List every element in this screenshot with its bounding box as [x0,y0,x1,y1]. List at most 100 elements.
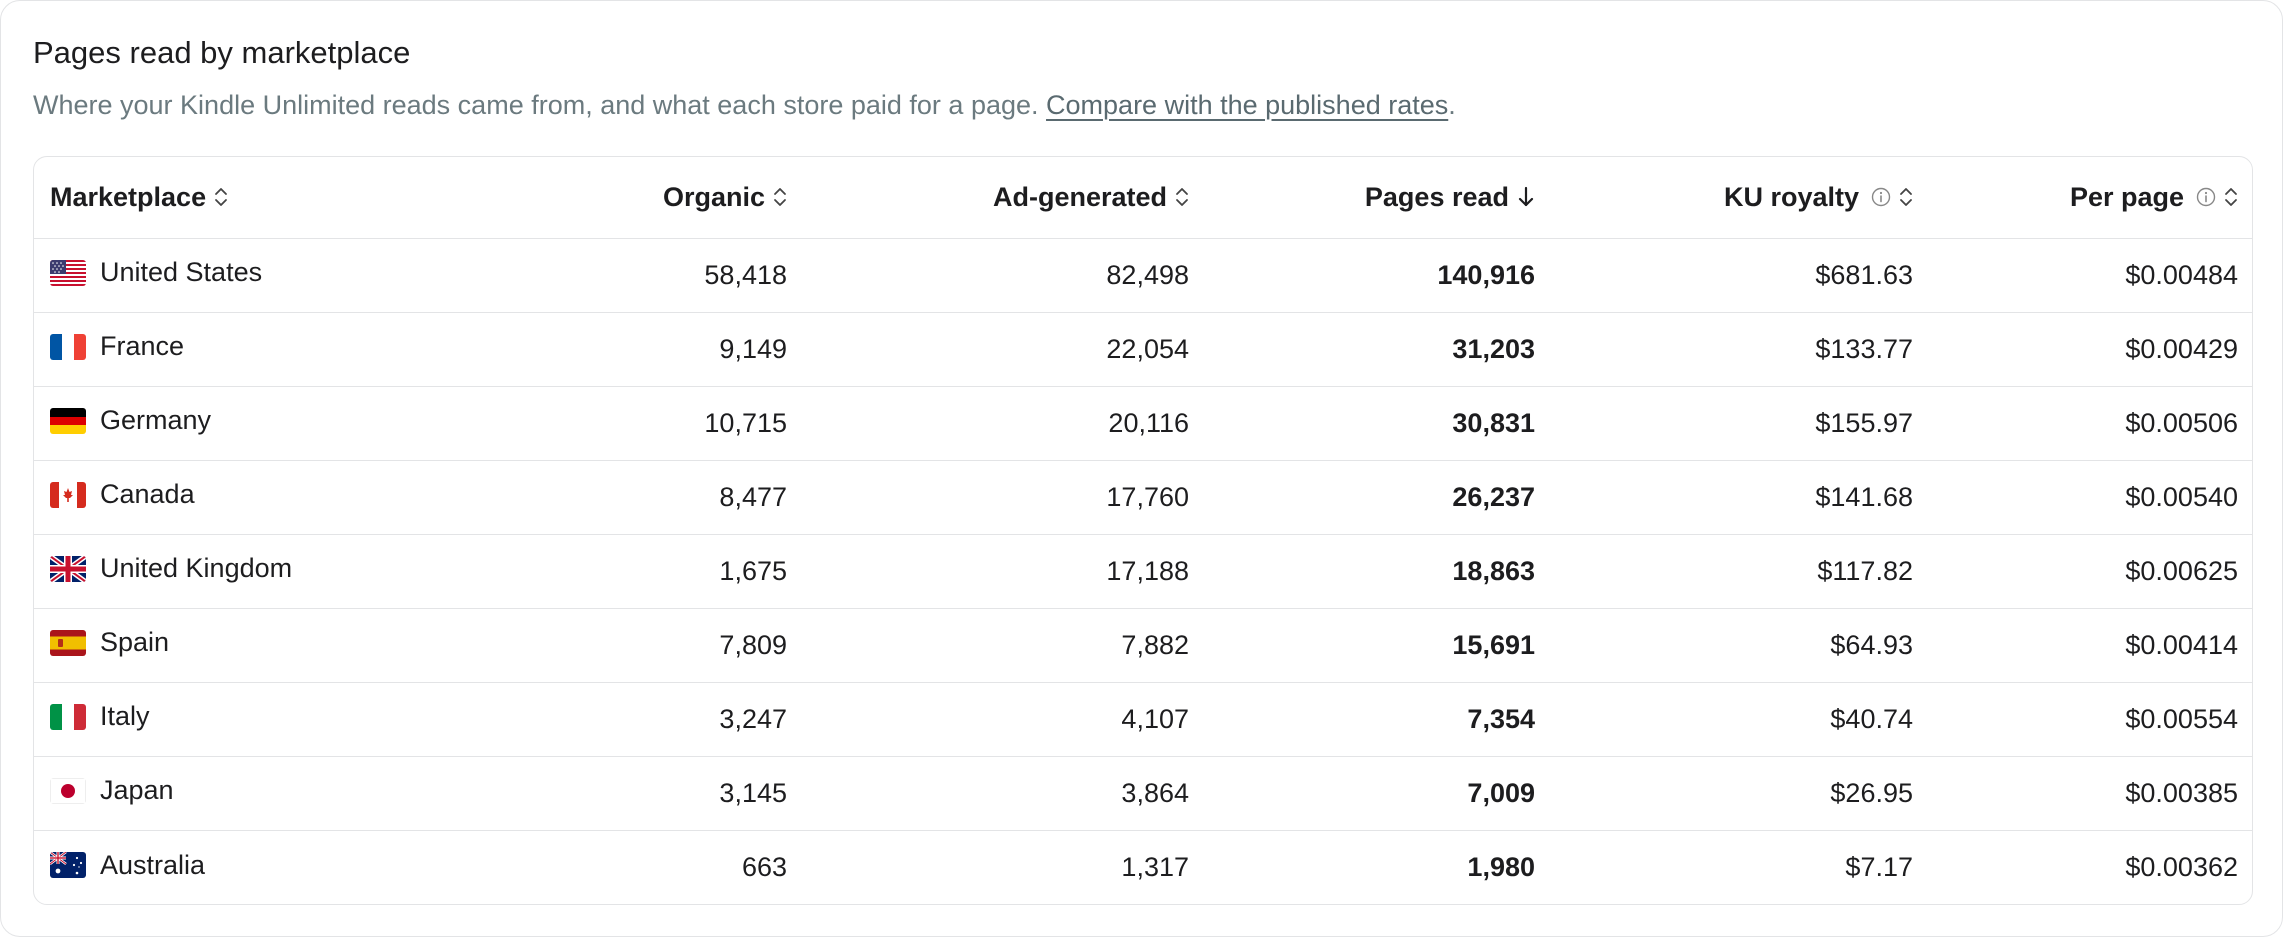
marketplace-table-container: Marketplace Organic Ad-generated Pages r… [33,156,2253,905]
col-label: Marketplace [50,181,207,212]
sort-icon[interactable] [1899,186,1913,208]
cell-per-page: $0.00385 [2125,777,2238,808]
cell-organic: 8,477 [719,481,787,512]
marketplace-name: United Kingdom [100,553,293,584]
cell-per-page: $0.00625 [2125,555,2238,586]
table-row[interactable]: United States 58,418 82,498 140,916 $681.63 $… [34,238,2252,312]
cell-per-page: $0.00414 [2125,629,2238,660]
cell-organic: 3,145 [719,777,787,808]
cell-pages-read: 7,354 [1467,703,1535,734]
cell-organic: 9,149 [719,333,787,364]
cell-per-page: $0.00484 [2125,259,2238,290]
cell-pages-read: 26,237 [1452,481,1535,512]
marketplace-card: Pages read by marketplace Where your Kin… [0,0,2283,937]
cell-per-page: $0.00554 [2125,703,2238,734]
country: France [50,331,184,362]
country: Germany [50,405,211,436]
cell-ad-generated: 1,317 [1121,851,1189,882]
country: Canada [50,479,195,510]
table-row[interactable]: Canada 8,477 17,760 26,237 $141.68 $0.00540 [34,460,2252,534]
table-header-row: Marketplace Organic Ad-generated Pages r… [34,157,2252,238]
page-title: Pages read by marketplace [33,35,411,70]
table-row[interactable]: Japan 3,145 3,864 7,009 $26.95 $0.00385 [34,756,2252,830]
col-label: Organic [662,181,765,212]
cell-marketplace: Spain [34,608,520,682]
flag-ca-icon [50,481,86,508]
flag-es-icon [50,629,86,656]
cell-marketplace: United Kingdom [34,534,520,608]
col-label: Ad-generated [992,181,1167,212]
subtitle-text: Where your Kindle Unlimited reads came f… [33,90,1039,120]
cell-pages-read: 31,203 [1452,333,1535,364]
sort-icon[interactable] [773,186,787,208]
sort-icon[interactable] [214,186,228,208]
col-label: KU royalty [1723,181,1859,212]
country: Italy [50,701,150,732]
col-header-marketplace[interactable]: Marketplace [34,157,520,238]
marketplace-name: Japan [100,775,174,806]
table-row[interactable]: France 9,149 22,054 31,203 $133.77 $0.00429 [34,312,2252,386]
col-header-organic[interactable]: Organic [520,157,803,238]
cell-marketplace: Italy [34,682,520,756]
cell-organic: 58,418 [704,259,787,290]
cell-pages-read: 18,863 [1452,555,1535,586]
cell-organic: 1,675 [719,555,787,586]
flag-jp-icon [50,777,86,804]
cell-marketplace: France [34,312,520,386]
marketplace-name: Italy [100,701,150,732]
country: United States [50,257,262,288]
cell-per-page: $0.00362 [2125,851,2238,882]
info-icon[interactable] [2196,187,2216,207]
marketplace-table: Marketplace Organic Ad-generated Pages r… [34,157,2252,904]
col-header-ad-generated[interactable]: Ad-generated [803,157,1205,238]
flag-fr-icon [50,333,86,360]
cell-ku-royalty: $64.93 [1830,629,1913,660]
flag-au-icon [50,852,86,878]
cell-organic: 10,715 [704,407,787,438]
info-icon[interactable] [1871,187,1891,207]
cell-ad-generated: 20,116 [1108,407,1189,438]
table-row[interactable]: Germany 10,715 20,116 30,831 $155.97 $0.00506 [34,386,2252,460]
col-label: Pages read [1364,181,1509,212]
cell-organic: 3,247 [719,703,787,734]
cell-marketplace: United States [34,238,520,312]
table-row[interactable]: United Kingdom 1,675 17,188 18,863 $117.82 $0… [34,534,2252,608]
cell-marketplace: Australia [34,830,520,904]
cell-ad-generated: 4,107 [1121,703,1189,734]
cell-marketplace: Germany [34,386,520,460]
table-row[interactable]: Italy 3,247 4,107 7,354 $40.74 $0.00554 [34,682,2252,756]
table-row[interactable]: Australia 663 1,317 1,980 $7.17 $0.00362 [34,830,2252,904]
marketplace-name: France [100,331,185,362]
flag-us-icon [50,259,86,286]
cell-per-page: $0.00540 [2125,481,2238,512]
cell-organic: 663 [741,851,787,882]
cell-ku-royalty: $141.68 [1815,481,1913,512]
cell-ku-royalty: $133.77 [1815,333,1913,364]
table-row[interactable]: Spain 7,809 7,882 15,691 $64.93 $0.00414 [34,608,2252,682]
col-header-pages-read[interactable]: Pages read [1205,157,1551,238]
cell-pages-read: 30,831 [1452,407,1535,438]
cell-ad-generated: 17,188 [1106,555,1189,586]
published-rates-link[interactable]: Compare with the published rates [1046,90,1448,120]
arrow-down-icon[interactable] [1517,185,1535,209]
col-header-ku-royalty[interactable]: KU royalty [1551,157,1929,238]
sort-icon[interactable] [2224,186,2238,208]
marketplace-name: Canada [100,479,195,510]
cell-pages-read: 15,691 [1452,629,1535,660]
cell-marketplace: Canada [34,460,520,534]
sort-icon[interactable] [1175,186,1189,208]
flag-gb-icon [50,555,86,582]
subtitle: Where your Kindle Unlimited reads came f… [33,83,1456,127]
country: Spain [50,627,169,658]
cell-ku-royalty: $26.95 [1830,777,1913,808]
cell-organic: 7,809 [719,629,787,660]
col-header-per-page[interactable]: Per page [1929,157,2252,238]
cell-ku-royalty: $40.74 [1830,703,1913,734]
cell-pages-read: 7,009 [1467,777,1535,808]
cell-ad-generated: 17,760 [1106,481,1189,512]
cell-ku-royalty: $155.97 [1815,407,1913,438]
subtitle-period: . [1448,90,1456,120]
flag-de-icon [50,407,86,434]
cell-ad-generated: 82,498 [1106,259,1189,290]
marketplace-name: Australia [100,849,206,880]
